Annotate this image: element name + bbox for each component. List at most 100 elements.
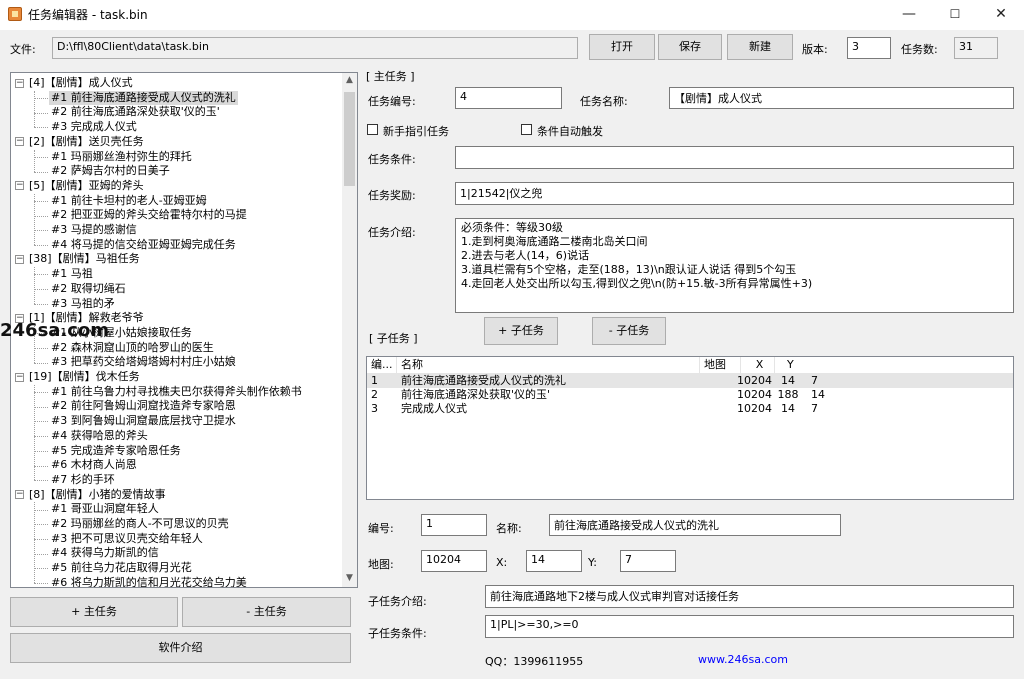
tree-item[interactable]: #2 萨姆吉尔村的日美子: [51, 164, 170, 179]
sub-task-list[interactable]: 编... 名称 地图 X Y 1 前往海底通路接受成人仪式的洗礼 10204 1…: [366, 356, 1014, 500]
sub-task-row[interactable]: 1 前往海底通路接受成人仪式的洗礼 10204 14 7: [367, 374, 1013, 388]
tree-item[interactable]: #3 马提的感谢信: [51, 223, 137, 238]
row-map: 10204: [737, 374, 772, 387]
tree-connector: [34, 230, 48, 232]
scroll-up-icon[interactable]: ▲: [342, 75, 357, 85]
minimize-button[interactable]: —: [886, 0, 932, 30]
tree-item[interactable]: #2 森林洞窟山顶的哈罗山的医生: [51, 341, 214, 356]
add-sub-task-button[interactable]: + 子任务: [484, 317, 558, 345]
tree-item[interactable]: #1 前往乌鲁力村寻找樵夫巴尔获得斧头制作依赖书: [51, 385, 302, 400]
sub-condition-field[interactable]: 1|PL|>=30,>=0: [485, 615, 1014, 638]
tree-connector: [34, 450, 48, 452]
tree-item[interactable]: #1 哥亚山洞窟年轻人: [51, 502, 159, 517]
collapse-icon[interactable]: −: [15, 137, 24, 147]
sub-map-field[interactable]: 10204: [421, 550, 487, 572]
tree-item[interactable]: #1 前往卡坦村的老人-亚姆亚姆: [51, 194, 207, 209]
sub-task-row[interactable]: 2 前往海底通路深处获取'仪的玉' 10204 188 14: [367, 388, 1013, 402]
sub-task-row[interactable]: 3 完成成人仪式 10204 14 7: [367, 402, 1013, 416]
column-header-name[interactable]: 名称: [397, 357, 700, 374]
tree-group[interactable]: [38]【剧情】马祖任务: [29, 252, 140, 267]
task-reward-field[interactable]: 1|21542|仪之兜: [455, 182, 1014, 205]
version-label: 版本:: [802, 43, 828, 56]
tree-connector: [34, 436, 48, 438]
remove-sub-task-button[interactable]: - 子任务: [592, 317, 666, 345]
tree-item[interactable]: #2 前往海底通路深处获取'仪的玉': [51, 105, 220, 120]
scroll-thumb[interactable]: [344, 92, 355, 186]
tree-connector: [34, 583, 48, 585]
tree-group[interactable]: [4]【剧情】成人仪式: [29, 76, 133, 91]
sub-no-field[interactable]: 1: [421, 514, 487, 536]
save-button[interactable]: 保存: [658, 34, 722, 60]
intro-line: 2.进去与老人(14，6)说话: [461, 249, 590, 262]
tree-group[interactable]: [5]【剧情】亚姆的斧头: [29, 179, 144, 194]
task-count-label: 任务数:: [901, 43, 938, 56]
add-main-task-button[interactable]: + 主任务: [10, 597, 178, 627]
tree-connector: [34, 149, 35, 172]
column-header-no[interactable]: 编...: [367, 357, 397, 374]
sub-task-section: [ 子任务 ]: [369, 332, 418, 345]
tree-item[interactable]: #4 获得哈恩的斧头: [51, 429, 148, 444]
tree-connector: [34, 98, 48, 100]
column-header-map[interactable]: 地图: [700, 357, 741, 374]
sub-x-field[interactable]: 14: [526, 550, 582, 572]
version-field[interactable]: 3: [847, 37, 891, 59]
sub-name-field[interactable]: 前往海底通路接受成人仪式的洗礼: [549, 514, 841, 536]
open-button[interactable]: 打开: [589, 34, 655, 60]
collapse-icon[interactable]: −: [15, 78, 24, 88]
tree-item[interactable]: #3 马祖的矛: [51, 297, 115, 312]
sub-intro-field[interactable]: 前往海底通路地下2楼与成人仪式审判官对话接任务: [485, 585, 1014, 608]
tree-item[interactable]: #5 前往乌力花店取得月光花: [51, 561, 192, 576]
tree-connector: [34, 480, 48, 482]
tree-connector: [34, 539, 48, 541]
collapse-icon[interactable]: −: [15, 372, 24, 382]
tree-connector: [34, 289, 48, 291]
tree-group[interactable]: [2]【剧情】送贝壳任务: [29, 135, 144, 150]
newbie-checkbox[interactable]: [367, 124, 378, 135]
tree-item[interactable]: #3 完成成人仪式: [51, 120, 137, 135]
task-intro-field[interactable]: 必须条件：等级30级 1.走到柯奥海底通路二楼南北岛关口间 2.进去与老人(14…: [455, 218, 1014, 313]
new-button[interactable]: 新建: [727, 34, 793, 60]
task-name-label: 任务名称:: [580, 95, 628, 108]
tree-item[interactable]: #6 木材商人尚恩: [51, 458, 137, 473]
tree-connector: [34, 406, 48, 408]
tree-item[interactable]: #3 到阿鲁姆山洞窟最底层找守卫提水: [51, 414, 236, 429]
task-name-field[interactable]: 【剧情】成人仪式: [669, 87, 1014, 109]
tree-item[interactable]: #6 将乌力斯凯的信和月光花交给乌力美: [51, 576, 247, 587]
tree-item[interactable]: #5 完成造斧专家哈恩任务: [51, 444, 181, 459]
tree-item[interactable]: #4 获得乌力斯凯的信: [51, 546, 159, 561]
remove-main-task-button[interactable]: - 主任务: [182, 597, 351, 627]
tree-item[interactable]: #1 前往海底通路接受成人仪式的洗礼: [49, 90, 238, 106]
sub-name-label: 名称:: [496, 522, 522, 535]
task-condition-field[interactable]: [455, 146, 1014, 169]
collapse-icon[interactable]: −: [15, 254, 24, 264]
scroll-down-icon[interactable]: ▼: [342, 573, 357, 583]
row-no: 2: [371, 388, 378, 401]
maximize-button[interactable]: ☐: [932, 0, 978, 30]
auto-trigger-checkbox[interactable]: [521, 124, 532, 135]
tree-item[interactable]: #2 玛丽娜丝的商人-不可思议的贝壳: [51, 517, 229, 532]
row-x: 188: [777, 388, 799, 401]
collapse-icon[interactable]: −: [15, 181, 24, 191]
about-button[interactable]: 软件介绍: [10, 633, 351, 663]
tree-group[interactable]: [8]【剧情】小猪的爱情故事: [29, 488, 166, 503]
row-no: 3: [371, 402, 378, 415]
newbie-label: 新手指引任务: [383, 125, 449, 138]
tree-item[interactable]: #1 马祖: [51, 267, 93, 282]
tree-item[interactable]: #7 杉的手环: [51, 473, 115, 488]
column-header-x[interactable]: X: [741, 357, 775, 374]
tree-item[interactable]: #3 把不可思议贝壳交给年轻人: [51, 532, 203, 547]
tree-item[interactable]: #2 把亚亚姆的斧头交给霍特尔村的马提: [51, 208, 247, 223]
tree-item[interactable]: #2 取得切绳石: [51, 282, 126, 297]
close-button[interactable]: ✕: [978, 0, 1024, 30]
column-header-y[interactable]: Y: [775, 357, 1013, 374]
tree-item[interactable]: #3 把草药交给塔姆塔姆村村庄小姑娘: [51, 355, 236, 370]
website-link[interactable]: www.246sa.com: [698, 653, 788, 666]
task-id-field[interactable]: 4: [455, 87, 562, 109]
sub-y-field[interactable]: 7: [620, 550, 676, 572]
tree-item[interactable]: #2 前往阿鲁姆山洞窟找造斧专家哈恩: [51, 399, 236, 414]
tree-item[interactable]: #1 玛丽娜丝渔村弥生的拜托: [51, 150, 192, 165]
tree-group[interactable]: [19]【剧情】伐木任务: [29, 370, 140, 385]
tree-item[interactable]: #4 将马提的信交给亚姆亚姆完成任务: [51, 238, 236, 253]
collapse-icon[interactable]: −: [15, 490, 24, 500]
file-path-field[interactable]: D:\ffl\80Client\data\task.bin: [52, 37, 578, 59]
